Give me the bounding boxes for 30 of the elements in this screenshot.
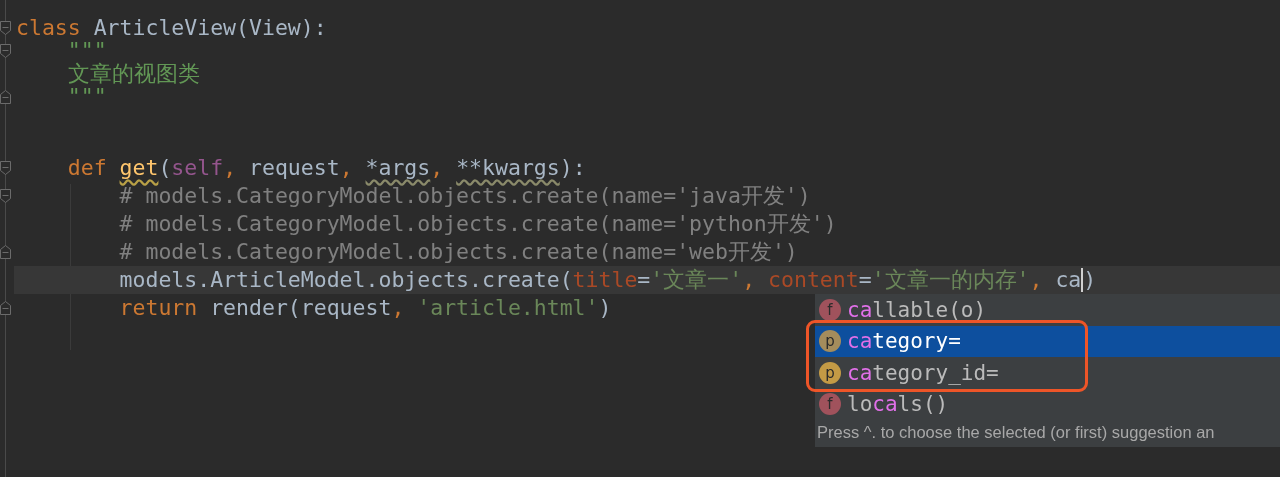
code-line: def get(self, request, *args, **kwargs): <box>66 154 586 182</box>
code-line: # models.CategoryModel.objects.create(name='java开发') <box>118 182 811 210</box>
kind-icon: p <box>819 361 841 384</box>
suggestion-item[interactable]: p category= <box>815 325 1280 357</box>
suggestion-item[interactable]: f callable(o) <box>815 294 1280 326</box>
fold-icon[interactable] <box>0 20 11 35</box>
fold-icon[interactable] <box>0 189 11 203</box>
code-line: 文章的视图类 <box>66 62 200 85</box>
code-line: """ <box>66 39 107 62</box>
fold-icon[interactable] <box>0 43 11 58</box>
fold-icon[interactable] <box>0 301 11 315</box>
code-line: # models.CategoryModel.objects.create(name='web开发') <box>118 238 798 266</box>
fold-icon[interactable] <box>0 245 11 259</box>
suggestion-label: category= <box>847 329 961 354</box>
suggestion-label: callable(o) <box>847 297 987 322</box>
code-line: """ <box>66 85 107 108</box>
suggestion-item[interactable]: p category_id= <box>815 357 1280 389</box>
suggestion-item[interactable]: f locals() <box>815 388 1280 420</box>
kind-icon: p <box>819 330 841 353</box>
suggestion-label: locals() <box>847 392 949 417</box>
suggestion-label: category_id= <box>847 360 999 385</box>
fold-icon[interactable] <box>0 89 11 104</box>
code-line: # models.CategoryModel.objects.create(name='python开发') <box>118 210 837 238</box>
kind-icon: f <box>819 393 841 416</box>
code-line: return render(request, 'article.html') <box>118 294 612 322</box>
code-editor[interactable] <box>0 0 1280 477</box>
kind-icon: f <box>819 298 841 321</box>
code-line: class ArticleView(View): <box>15 16 327 39</box>
completion-hint: Press ^. to choose the selected (or first) suggestion an <box>816 422 1216 443</box>
fold-icon[interactable] <box>0 161 11 175</box>
